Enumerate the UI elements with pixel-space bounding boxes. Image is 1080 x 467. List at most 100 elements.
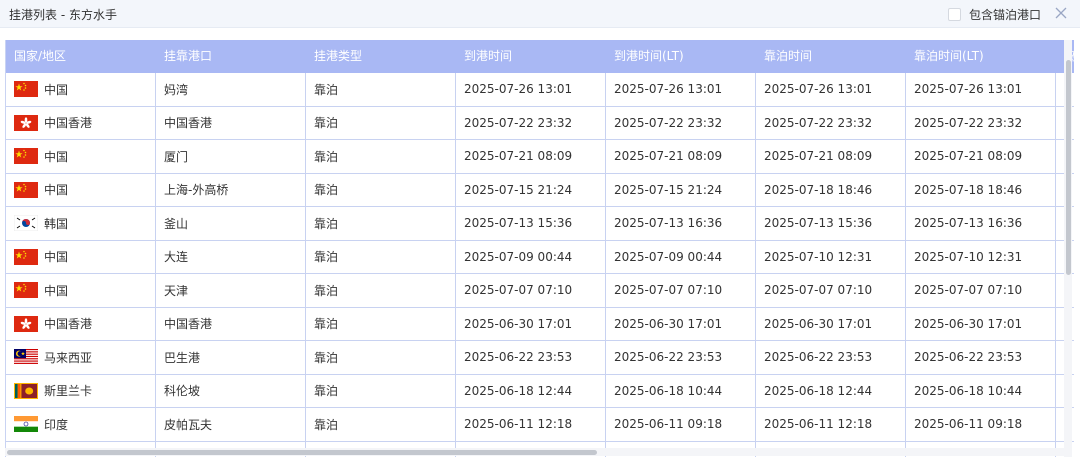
arrival-time-lt-cell: 2025-07-26 13:01 — [606, 73, 756, 106]
port-cell-text: 釜山 — [164, 216, 189, 231]
arrival-time-cell: 2025-07-13 15:36 — [456, 207, 606, 240]
arrival-time-lt-cell: 2025-06-11 09:18 — [606, 408, 756, 441]
port-cell: 釜山 — [156, 207, 306, 240]
table-header: 国家/地区挂靠港口挂港类型到港时间到港时间(LT)靠泊时间靠泊时间(LT)离 — [6, 40, 1075, 73]
table-row[interactable]: 斯里兰卡 科伦坡 靠泊 2025-06-18 12:44 2025-06-18 10:4… — [6, 374, 1075, 408]
berth-time-cell-text: 2025-07-26 13:01 — [764, 82, 873, 97]
table-row[interactable]: 中国香港 中国香港 靠泊 2025-06-30 17:01 2025-06-30 17:… — [6, 307, 1075, 341]
berth-time-lt-cell: 2025-06-11 09:18 — [906, 408, 1056, 441]
arrival-time-lt-cell-text: 2025-06-30 17:01 — [614, 316, 723, 331]
column-header[interactable]: 到港时间(LT) — [606, 40, 756, 73]
flag-icon-hk — [14, 114, 38, 131]
table-row[interactable]: 中国 妈湾 靠泊 2025-07-26 13:01 2025-07-26 13:01 20… — [6, 73, 1075, 107]
berth-time-cell-text: 2025-06-30 17:01 — [764, 316, 873, 331]
table-row[interactable]: 中国 厦门 靠泊 2025-07-21 08:09 2025-07-21 08:09 20… — [6, 140, 1075, 174]
arrival-time-cell: 2025-06-11 12:18 — [456, 408, 606, 441]
flag-icon-hk — [14, 315, 38, 332]
country-cell: 韩国 — [6, 207, 156, 240]
call-type-cell: 靠泊 — [306, 307, 456, 340]
column-header[interactable]: 靠泊时间(LT) — [906, 40, 1056, 73]
include-anchorage-label: 包含锚泊港口 — [969, 8, 1042, 22]
call-type-cell-text: 靠泊 — [314, 116, 339, 131]
arrival-time-cell: 2025-07-09 00:44 — [456, 240, 606, 273]
arrival-time-lt-cell-text: 2025-07-21 08:09 — [614, 149, 723, 164]
table-row[interactable]: 韩国 釜山 靠泊 2025-07-13 15:36 2025-07-13 16:36 20… — [6, 207, 1075, 241]
berth-time-cell-text: 2025-07-21 08:09 — [764, 149, 873, 164]
arrival-time-cell-text: 2025-07-26 13:01 — [464, 82, 573, 97]
berth-time-cell: 2025-06-22 23:53 — [756, 341, 906, 374]
arrival-time-cell: 2025-06-30 17:01 — [456, 307, 606, 340]
call-type-cell: 靠泊 — [306, 374, 456, 407]
berth-time-cell: 2025-06-18 12:44 — [756, 374, 906, 407]
port-cell-text: 巴生港 — [164, 350, 201, 365]
arrival-time-lt-cell-text: 2025-06-22 23:53 — [614, 350, 723, 365]
arrival-time-cell: 2025-07-07 07:10 — [456, 274, 606, 307]
berth-time-cell-text: 2025-06-18 12:44 — [764, 383, 873, 398]
port-cell-text: 皮帕瓦夫 — [164, 417, 213, 432]
flag-icon-in — [14, 416, 38, 433]
port-cell: 大连 — [156, 240, 306, 273]
arrival-time-cell-text: 2025-07-21 08:09 — [464, 149, 573, 164]
berth-time-cell: 2025-07-07 07:10 — [756, 274, 906, 307]
berth-time-lt-cell: 2025-07-10 12:31 — [906, 240, 1056, 273]
berth-time-cell-text: 2025-06-22 23:53 — [764, 350, 873, 365]
column-header[interactable]: 挂港类型 — [306, 40, 456, 73]
call-type-cell: 靠泊 — [306, 240, 456, 273]
table-row[interactable]: 中国 上海-外高桥 靠泊 2025-07-15 21:24 2025-07-15 21:… — [6, 173, 1075, 207]
arrival-time-cell-text: 2025-07-15 21:24 — [464, 182, 573, 197]
table-row[interactable]: 中国 天津 靠泊 2025-07-07 07:10 2025-07-07 07:10 20… — [6, 274, 1075, 308]
vertical-scrollbar-thumb[interactable] — [1066, 60, 1071, 275]
horizontal-scrollbar-thumb[interactable] — [7, 450, 597, 455]
arrival-time-cell: 2025-06-18 12:44 — [456, 374, 606, 407]
column-header[interactable]: 到港时间 — [456, 40, 606, 73]
call-type-cell-text: 靠泊 — [314, 216, 339, 231]
include-anchorage-toggle[interactable]: 包含锚泊港口 — [948, 6, 1041, 23]
country-cell-text: 中国 — [44, 250, 69, 265]
port-cell-text: 厦门 — [164, 149, 189, 164]
berth-time-cell: 2025-06-11 12:18 — [756, 408, 906, 441]
column-header[interactable]: 靠泊时间 — [756, 40, 906, 73]
country-cell: 中国香港 — [6, 106, 156, 139]
close-icon[interactable] — [1052, 4, 1070, 22]
port-cell: 皮帕瓦夫 — [156, 408, 306, 441]
country-cell-text: 印度 — [44, 417, 69, 432]
berth-time-lt-cell: 2025-07-21 08:09 — [906, 140, 1056, 173]
country-cell-text: 中国香港 — [44, 317, 93, 332]
port-cell: 妈湾 — [156, 73, 306, 106]
country-cell-text: 中国 — [44, 149, 69, 164]
arrival-time-cell-text: 2025-07-07 07:10 — [464, 283, 573, 298]
arrival-time-cell: 2025-07-21 08:09 — [456, 140, 606, 173]
arrival-time-cell: 2025-07-22 23:32 — [456, 106, 606, 139]
berth-time-cell-text: 2025-07-22 23:32 — [764, 115, 873, 130]
include-anchorage-checkbox[interactable] — [948, 8, 961, 21]
call-type-cell-text: 靠泊 — [314, 350, 339, 365]
arrival-time-lt-cell: 2025-07-09 00:44 — [606, 240, 756, 273]
berth-time-lt-cell-text: 2025-07-10 12:31 — [914, 249, 1023, 264]
table-row[interactable]: 印度 皮帕瓦夫 靠泊 2025-06-11 12:18 2025-06-11 09:18… — [6, 408, 1075, 442]
call-type-cell: 靠泊 — [306, 274, 456, 307]
berth-time-lt-cell: 2025-07-22 23:32 — [906, 106, 1056, 139]
table-row[interactable]: 中国香港 中国香港 靠泊 2025-07-22 23:32 2025-07-22 23:… — [6, 106, 1075, 140]
column-header[interactable]: 挂靠港口 — [156, 40, 306, 73]
berth-time-cell-text: 2025-07-18 18:46 — [764, 182, 873, 197]
berth-time-cell: 2025-06-30 17:01 — [756, 307, 906, 340]
table-row[interactable]: 中国 大连 靠泊 2025-07-09 00:44 2025-07-09 00:44 20… — [6, 240, 1075, 274]
arrival-time-lt-cell: 2025-07-15 21:24 — [606, 173, 756, 206]
berth-time-cell: 2025-07-21 08:09 — [756, 140, 906, 173]
arrival-time-cell-text: 2025-07-13 15:36 — [464, 216, 573, 231]
table-row[interactable]: 马来西亚 巴生港 靠泊 2025-06-22 23:53 2025-06-22 23:5… — [6, 341, 1075, 375]
arrival-time-lt-cell-text: 2025-07-09 00:44 — [614, 249, 723, 264]
berth-time-lt-cell: 2025-06-30 17:01 — [906, 307, 1056, 340]
port-cell: 天津 — [156, 274, 306, 307]
country-cell-text: 斯里兰卡 — [44, 384, 93, 399]
berth-time-cell-text: 2025-06-11 12:18 — [764, 417, 873, 432]
column-header[interactable]: 国家/地区 — [6, 40, 156, 73]
flag-icon-cn — [14, 248, 38, 265]
country-cell: 中国 — [6, 73, 156, 106]
berth-time-lt-cell: 2025-06-18 10:44 — [906, 374, 1056, 407]
arrival-time-lt-cell: 2025-07-22 23:32 — [606, 106, 756, 139]
country-cell: 中国 — [6, 140, 156, 173]
berth-time-cell-text: 2025-07-10 12:31 — [764, 249, 873, 264]
port-cell-text: 大连 — [164, 250, 189, 265]
arrival-time-lt-cell-text: 2025-07-13 16:36 — [614, 216, 723, 231]
